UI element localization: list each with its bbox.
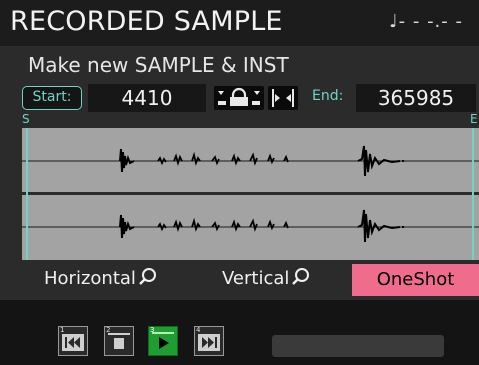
sample-screen: RECORDED SAMPLE ♩- - -.- - Make new SAMP… [0,0,479,365]
vertical-zoom-button[interactable]: Vertical [222,262,311,296]
start-button[interactable]: Start: [22,86,82,110]
end-label: End: [312,88,344,104]
transport-number: 4 [196,326,201,334]
snap-markers-icon [272,89,294,107]
start-value-field[interactable]: 4410 [88,84,206,112]
transport-number: 2 [106,326,111,334]
magnifier-icon [292,268,310,285]
lock-icon [218,87,260,106]
progress-bar [272,335,444,357]
start-marker-line[interactable] [26,128,28,260]
title-bar: RECORDED SAMPLE ♩- - -.- - [0,0,479,46]
vertical-zoom-label: Vertical [222,268,290,289]
horizontal-zoom-label: Horizontal [44,268,136,289]
make-sample-inst-button[interactable]: Make new SAMPLE & INST [28,53,289,77]
waveform-display[interactable] [22,128,479,260]
oneshot-button[interactable]: OneShot [352,264,479,296]
tempo-display: ♩- - -.- - [389,11,463,32]
fast-forward-button[interactable]: 4 [194,326,224,356]
skip-to-start-button[interactable]: 1 [58,326,88,356]
screen-title: RECORDED SAMPLE [10,6,283,37]
end-marker-line[interactable] [472,128,474,260]
lock-button[interactable] [214,86,264,110]
snap-markers-button[interactable] [268,86,298,110]
transport-number: 1 [60,326,65,334]
horizontal-zoom-button[interactable]: Horizontal [44,262,158,296]
start-marker-label: S [22,112,30,126]
end-value-field[interactable]: 365985 [356,84,476,112]
transport-number: 3 [150,326,155,334]
magnifier-icon [139,268,156,285]
stop-button[interactable]: 2 [104,326,134,356]
waveform-svg [22,128,479,260]
end-marker-label: E [470,112,478,126]
play-button[interactable]: 3 [148,326,178,356]
